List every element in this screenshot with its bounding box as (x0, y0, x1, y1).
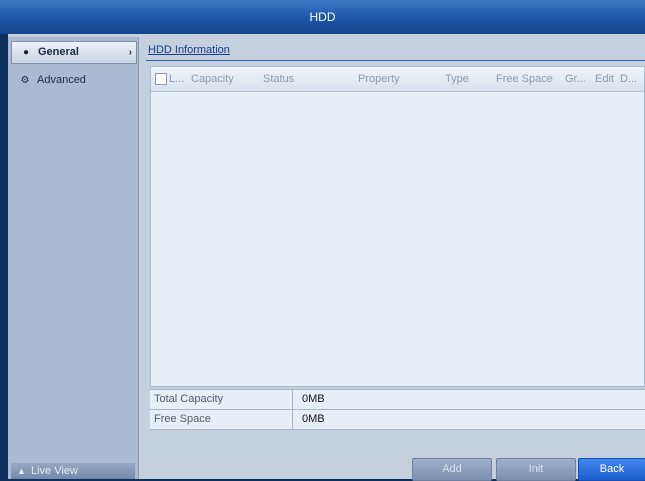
init-button[interactable]: Init (496, 458, 576, 481)
tab-underline (146, 60, 645, 61)
tab-hdd-information[interactable]: HDD Information (146, 41, 232, 60)
gear-icon: ⚙ (20, 75, 30, 86)
live-view-button[interactable]: ▲ Live View (11, 463, 135, 479)
sidebar-item-label: Advanced (37, 74, 86, 86)
column-header[interactable]: Capacity (191, 67, 234, 91)
column-header[interactable]: Type (445, 67, 469, 91)
column-header[interactable]: Property (358, 67, 400, 91)
sidebar-item-advanced[interactable]: ⚙ Advanced (11, 70, 135, 91)
back-button[interactable]: Back (578, 458, 645, 481)
total-capacity-label: Total Capacity (154, 390, 293, 409)
total-capacity-row: Total Capacity 0MB (150, 390, 645, 410)
column-header[interactable]: Free Space (496, 67, 553, 91)
window-title: HDD (0, 0, 645, 34)
sidebar-item-label: General (38, 46, 79, 58)
capacity-summary: Total Capacity 0MB Free Space 0MB (150, 389, 645, 430)
sidebar: ● General › ⚙ Advanced ▲ Live View (8, 37, 139, 479)
dot-icon: ● (22, 47, 30, 58)
chevron-right-icon: › (128, 47, 132, 58)
sidebar-item-general[interactable]: ● General › (11, 41, 137, 64)
live-view-label: Live View (31, 465, 78, 477)
column-header[interactable]: Gr... (565, 67, 586, 91)
hdd-table: L... Capacity Status Property Type Free … (150, 66, 645, 387)
column-header[interactable]: D... (620, 67, 637, 91)
column-header[interactable]: Status (263, 67, 294, 91)
total-capacity-value: 0MB (302, 393, 325, 405)
select-all-checkbox[interactable] (155, 73, 167, 85)
dialog-body: ● General › ⚙ Advanced ▲ Live View HDD I… (8, 34, 645, 481)
column-header[interactable]: L... (169, 67, 184, 91)
free-space-row: Free Space 0MB (150, 410, 645, 430)
main-content: HDD Information L... Capacity Status Pro… (146, 37, 645, 481)
free-space-value: 0MB (302, 413, 325, 425)
home-icon: ▲ (17, 466, 26, 476)
table-header: L... Capacity Status Property Type Free … (151, 67, 644, 92)
add-button[interactable]: Add (412, 458, 492, 481)
free-space-label: Free Space (154, 410, 293, 429)
column-header[interactable]: Edit (595, 67, 614, 91)
